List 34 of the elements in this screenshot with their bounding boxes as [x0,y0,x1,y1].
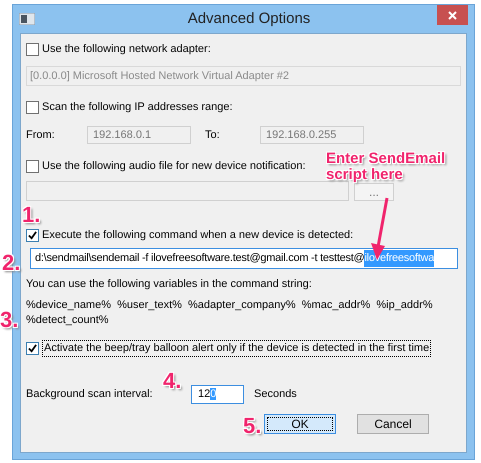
step-number: 1. [22,203,40,227]
callout-text: Enter SendEmail script here [326,151,446,183]
checkbox-label: Scan the following IP addresses range: [42,100,233,115]
variables-hint: You can use the following variables in the command string: [26,277,313,292]
interval-field[interactable]: 120 [191,385,244,404]
checkbox[interactable] [26,160,39,173]
app-icon [19,13,35,25]
check-icon [28,344,37,353]
step-number: 5. [243,414,262,438]
browse-button[interactable]: ... [354,183,394,201]
checkbox[interactable] [26,43,39,56]
window-title: Advanced Options [186,8,312,29]
audio-file-field[interactable] [26,181,349,201]
command-field[interactable]: d:\sendmail\sendemail -f ilovefreesoftware.test@gmail.com -t testtest@ilovefreesoftwa [30,248,458,269]
checkbox[interactable] [26,101,39,114]
checkbox[interactable] [26,229,39,242]
step-number: 4. [163,369,182,393]
checkbox-label: Activate the beep/tray balloon alert only if the device is detected in the first time [42,340,432,357]
checkbox-label: Use the following audio file for new device notification: [42,159,306,174]
close-button[interactable] [437,5,468,25]
dialog-button[interactable]: Cancel [357,414,429,434]
check-icon [28,231,37,240]
dialog-button[interactable]: OK [264,414,336,434]
from-label: From: [26,128,56,143]
from-field[interactable]: 192.168.0.1 [87,126,191,144]
interval-label: Background scan interval: [26,387,154,402]
checkbox-label: Use the following network adapter: [42,42,211,57]
to-field[interactable]: 192.168.0.255 [260,126,364,144]
variables-list: %device_name% %user_text% %adapter_company% %mac_addr% %ip_addr% %detect_count% [26,298,466,328]
checkbox-label: Execute the following command when a new device is detected: [42,228,354,243]
to-label: To: [205,128,221,143]
close-icon [448,10,457,20]
checkbox[interactable] [26,342,39,355]
interval-unit: Seconds [254,387,297,402]
